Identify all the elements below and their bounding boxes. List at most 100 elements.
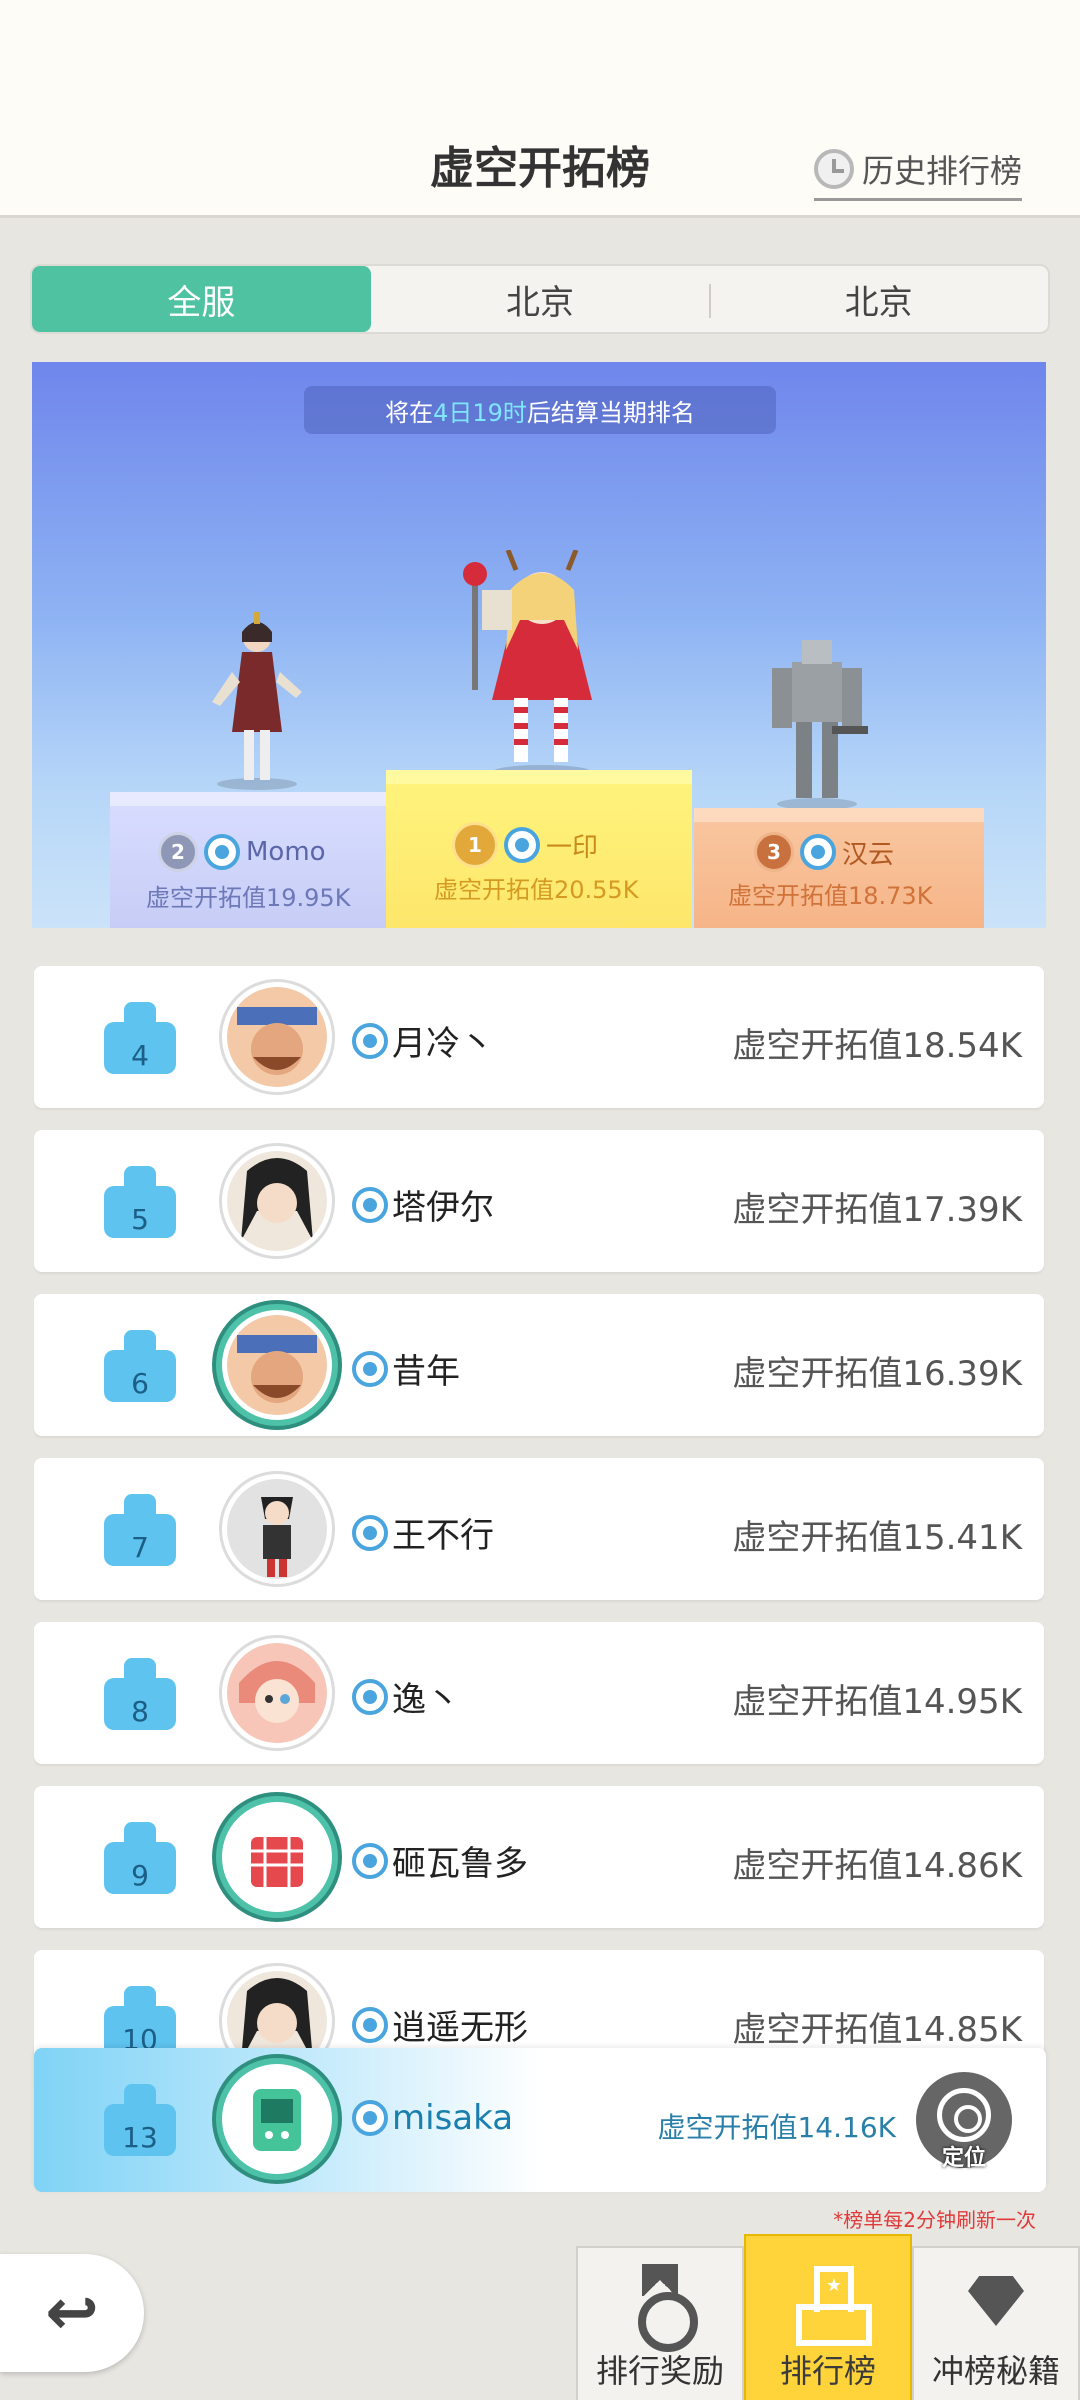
history-ranking-label: 历史排行榜 — [861, 152, 1022, 190]
rank-badge: 8 — [104, 1658, 176, 1730]
player-score: 虚空开拓值18.54K — [732, 1026, 1022, 1066]
player-name: 砸瓦鲁多 — [392, 1844, 528, 1884]
third-place-pedestal: 3 汉云 虚空开拓值18.73K — [694, 808, 984, 928]
gold-medal-icon: 1 — [452, 822, 498, 868]
rank-badge: 9 — [104, 1822, 176, 1894]
player-score: 虚空开拓值17.39K — [732, 1190, 1022, 1230]
rank-badge: 4 — [104, 1002, 176, 1074]
nav-label: 冲榜秘籍 — [931, 2352, 1060, 2390]
player-name: 昔年 — [392, 1352, 460, 1392]
clock-icon — [813, 149, 854, 189]
my-name-row: misaka — [352, 2098, 513, 2138]
tab-beijing-2[interactable]: 北京 — [709, 266, 1048, 332]
bottom-nav: 排行奖励 排行榜 冲榜秘籍 — [576, 2234, 1080, 2400]
tab-all-server[interactable]: 全服 — [32, 266, 371, 332]
avatar[interactable] — [222, 1146, 332, 1256]
player-score: 虚空开拓值14.86K — [732, 1846, 1022, 1886]
player-name: 逍遥无形 — [392, 2008, 528, 2048]
rank-badge: 13 — [104, 2084, 176, 2156]
tab-beijing-1[interactable]: 北京 — [371, 266, 710, 332]
refresh-note: *榜单每2分钟刷新一次 — [833, 2208, 1036, 2232]
player-score: 虚空开拓值15.41K — [732, 1518, 1022, 1558]
second-place-name-row: 2 Momo — [158, 832, 326, 872]
second-place-pedestal: 2 Momo 虚空开拓值19.95K — [110, 792, 400, 928]
player-name-row: 逍遥无形 — [352, 2000, 528, 2049]
avatar[interactable] — [222, 1474, 332, 1584]
third-place-name: 汉云 — [842, 839, 895, 870]
player-score: 虚空开拓值14.85K — [732, 2010, 1022, 2050]
list-item[interactable]: 4 月冷丶 虚空开拓值18.54K — [34, 966, 1044, 1108]
list-item[interactable]: 6 昔年 虚空开拓值16.39K — [34, 1294, 1044, 1436]
first-place-pedestal: 1 一印 虚空开拓值20.55K — [386, 770, 692, 928]
podium-icon — [792, 2264, 872, 2346]
player-name-row: 逸丶 — [352, 1672, 460, 1721]
nav-leaderboard[interactable]: 排行榜 — [744, 2234, 912, 2400]
back-button[interactable]: ↩ — [0, 2254, 144, 2372]
diamond-icon — [960, 2264, 1032, 2336]
medal-icon — [624, 2264, 698, 2352]
nav-ranking-rewards[interactable]: 排行奖励 — [576, 2246, 744, 2400]
rank-badge: 7 — [104, 1494, 176, 1566]
avatar[interactable] — [222, 982, 332, 1092]
podium-banner: 将在 4日19时 后结算当期排名 2 Momo 虚空开拓值19.95K 1 一印… — [32, 362, 1046, 928]
player-name-row: 月冷丶 — [352, 1016, 494, 1065]
list-item[interactable]: 9 砸瓦鲁多 虚空开拓值14.86K — [34, 1786, 1044, 1928]
bronze-medal-icon: 3 — [754, 832, 794, 872]
verified-icon — [352, 1514, 388, 1551]
notice-prefix: 将在 — [385, 398, 434, 427]
verified-icon — [352, 2006, 388, 2043]
verified-icon — [204, 834, 240, 870]
region-tabs: 全服 北京 北京 — [30, 264, 1050, 334]
nav-ranking-tips[interactable]: 冲榜秘籍 — [912, 2246, 1080, 2400]
first-place-score: 虚空开拓值20.55K — [434, 876, 639, 904]
first-place-name-row: 1 一印 — [452, 822, 598, 868]
verified-icon — [352, 1842, 388, 1879]
nav-label: 排行榜 — [779, 2352, 876, 2390]
rank-badge: 6 — [104, 1330, 176, 1402]
header: 虚空开拓榜 历史排行榜 — [0, 0, 1080, 218]
avatar[interactable] — [222, 1802, 332, 1912]
target-icon — [937, 2088, 991, 2142]
second-place-name: Momo — [246, 837, 326, 867]
verified-icon — [352, 1678, 388, 1715]
avatar[interactable] — [222, 2064, 332, 2174]
second-place-score: 虚空开拓值19.95K — [146, 884, 351, 912]
third-place-name-row: 3 汉云 — [754, 832, 894, 872]
player-score: 虚空开拓值16.39K — [732, 1354, 1022, 1394]
verified-icon — [352, 2100, 388, 2136]
player-name-row: 昔年 — [352, 1344, 460, 1393]
history-ranking-button[interactable]: 历史排行榜 — [813, 146, 1022, 201]
third-place-character[interactable] — [762, 632, 872, 812]
locate-label: 定位 — [941, 2146, 986, 2171]
first-place-character[interactable] — [452, 550, 632, 780]
my-score: 虚空开拓值14.16K — [657, 2111, 896, 2144]
third-place-score: 虚空开拓值18.73K — [728, 882, 933, 910]
verified-icon — [800, 834, 836, 870]
first-place-name: 一印 — [546, 832, 599, 863]
back-arrow-icon: ↩ — [45, 2276, 99, 2350]
player-name: 月冷丶 — [392, 1024, 494, 1064]
silver-medal-icon: 2 — [158, 832, 198, 872]
avatar[interactable] — [222, 1638, 332, 1748]
player-name-row: 塔伊尔 — [352, 1180, 494, 1229]
avatar[interactable] — [222, 1310, 332, 1420]
list-item[interactable]: 5 塔伊尔 虚空开拓值17.39K — [34, 1130, 1044, 1272]
verified-icon — [352, 1350, 388, 1387]
notice-suffix: 后结算当期排名 — [526, 398, 695, 427]
verified-icon — [504, 827, 540, 863]
player-score: 虚空开拓值14.95K — [732, 1682, 1022, 1722]
nav-label: 排行奖励 — [595, 2352, 724, 2390]
locate-button[interactable]: 定位 — [916, 2072, 1012, 2171]
verified-icon — [352, 1186, 388, 1223]
player-name: 塔伊尔 — [392, 1188, 494, 1228]
rank-badge: 5 — [104, 1166, 176, 1238]
my-name: misaka — [392, 2098, 514, 2138]
player-name: 逸丶 — [392, 1680, 460, 1720]
list-item[interactable]: 7 王不行 虚空开拓值15.41K — [34, 1458, 1044, 1600]
second-place-character[interactable] — [202, 612, 312, 792]
notice-time: 4日19时 — [433, 398, 527, 427]
list-item[interactable]: 8 逸丶 虚空开拓值14.95K — [34, 1622, 1044, 1764]
player-name: 王不行 — [392, 1516, 494, 1556]
my-rank-row[interactable]: 13 misaka 虚空开拓值14.16K 定位 — [34, 2048, 1046, 2192]
verified-icon — [352, 1022, 388, 1059]
